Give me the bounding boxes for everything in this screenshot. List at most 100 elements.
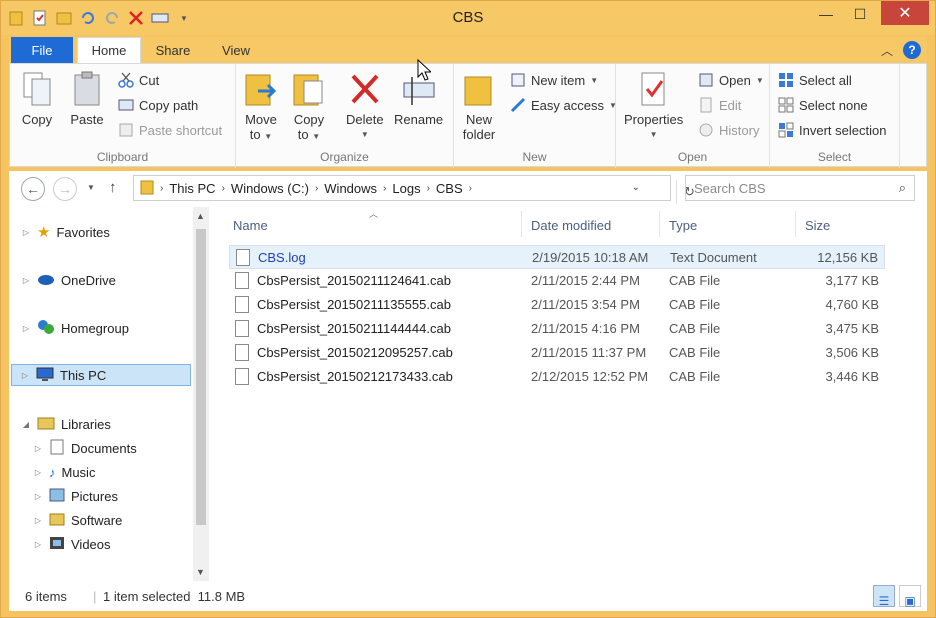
nav-this-pc[interactable]: ▷ This PC [11,364,191,386]
new-folder-button[interactable]: New folder [462,70,496,142]
address-dropdown-icon[interactable]: ⌄ [632,182,640,193]
help-icon[interactable]: ? [903,41,921,59]
nav-videos[interactable]: ▷ Videos [33,533,111,555]
expand-arrow-icon[interactable]: ▷ [20,371,30,380]
paste-shortcut-label: Paste shortcut [139,122,223,138]
breadcrumb-separator-icon[interactable]: › [160,183,163,194]
new-folder-label: New [465,112,492,127]
nav-scrollbar[interactable]: ▲ ▼ [193,207,209,581]
maximize-button[interactable]: ☐ [843,1,877,27]
item-count: 6 items [25,589,67,604]
table-row[interactable]: CbsPersist_20150211144444.cab 2/11/2015 … [229,317,885,341]
paste-button[interactable]: Paste [70,70,104,127]
delete-dropdown-icon[interactable]: ▼ [361,127,369,142]
column-divider[interactable] [659,211,660,237]
collapse-ribbon-icon[interactable]: ︿ [881,42,893,59]
table-row[interactable]: CbsPersist_20150212173433.cab 2/12/2015 … [229,365,885,389]
column-header-type[interactable]: Type [669,211,697,239]
breadcrumb-separator-icon[interactable]: › [383,183,386,194]
status-bar: 6 items | 1 item selected 11.8 MB ☰ ▣ [9,581,927,611]
breadcrumb-this-pc[interactable]: This PC [169,181,215,196]
details-view-button[interactable]: ☰ [873,585,895,608]
large-icons-view-button[interactable]: ▣ [899,585,921,608]
expand-arrow-icon[interactable]: ▷ [21,228,31,237]
recent-locations-icon[interactable]: ▼ [87,183,95,192]
tab-home[interactable]: Home [77,37,141,63]
open-button[interactable]: Open ▼ [698,72,764,88]
column-divider[interactable] [795,211,796,237]
new-item-label: New item [531,72,586,88]
copy-path-button[interactable]: Copy path [118,97,198,113]
delete-label: Delete [346,112,384,127]
nav-software[interactable]: ▷ Software [33,509,122,531]
breadcrumb-separator-icon[interactable]: › [315,183,318,194]
nav-onedrive[interactable]: ▷ OneDrive [21,269,116,291]
file-size: 12,156 KB [817,250,878,265]
column-header-size[interactable]: Size [805,211,830,239]
tab-share[interactable]: Share [143,37,203,63]
file-size: 4,760 KB [825,297,880,312]
properties-dropdown-icon[interactable]: ▼ [650,127,658,142]
scroll-up-icon[interactable]: ▲ [196,211,205,221]
table-row[interactable]: CbsPersist_20150211135555.cab 2/11/2015 … [229,293,885,317]
breadcrumb-separator-icon[interactable]: › [469,183,472,194]
expand-arrow-icon[interactable]: ▷ [21,324,31,333]
expand-arrow-icon[interactable]: ▷ [21,276,31,285]
back-button[interactable]: ← [21,177,45,201]
tab-file[interactable]: File [11,37,73,63]
table-row[interactable]: CBS.log 2/19/2015 10:18 AM Text Document… [229,245,885,269]
copy-label: Copy [21,112,53,127]
search-input[interactable]: Search CBS ⌕ [685,175,915,201]
easy-access-button[interactable]: Easy access ▼ [510,97,617,113]
nav-documents[interactable]: ▷ Documents [33,437,137,459]
minimize-button[interactable]: — [809,1,843,27]
select-none-button[interactable]: Select none [778,97,868,113]
expand-arrow-icon[interactable]: ▷ [33,516,43,525]
move-to-label: Move [245,112,277,127]
breadcrumb[interactable]: › This PC › Windows (C:) › Windows › Log… [133,175,695,204]
column-header-name[interactable]: Name [233,211,268,239]
move-to-button[interactable]: Move to ▼ [244,70,278,144]
invert-selection-button[interactable]: Invert selection [778,122,886,138]
nav-music[interactable]: ▷ ♪ Music [33,461,96,483]
breadcrumb-windows[interactable]: Windows [324,181,377,196]
edit-button[interactable]: Edit [698,97,741,113]
nav-pictures[interactable]: ▷ Pictures [33,485,118,507]
breadcrumb-separator-icon[interactable]: › [427,183,430,194]
collapse-arrow-icon[interactable]: ◢ [21,420,31,429]
properties-button[interactable]: Properties ▼ [624,70,683,142]
table-row[interactable]: CbsPersist_20150211124641.cab 2/11/2015 … [229,269,885,293]
nav-pictures-label: Pictures [71,488,118,504]
breadcrumb-separator-icon[interactable]: › [222,183,225,194]
tab-view[interactable]: View [207,37,265,63]
copy-to-button[interactable]: Copy to ▼ [292,70,326,144]
expand-arrow-icon[interactable]: ▷ [33,540,43,549]
breadcrumb-logs[interactable]: Logs [392,181,420,196]
nav-homegroup[interactable]: ▷ Homegroup [21,317,129,339]
history-button[interactable]: History [698,122,759,138]
column-divider[interactable] [521,211,522,237]
new-item-button[interactable]: New item ▼ [510,72,598,88]
select-group-label: Select [817,150,852,164]
paste-shortcut-button[interactable]: Paste shortcut [118,122,222,138]
nav-libraries[interactable]: ◢ Libraries [21,413,111,435]
close-button[interactable]: ✕ [881,1,929,25]
search-icon[interactable]: ⌕ [899,180,906,196]
scroll-down-icon[interactable]: ▼ [196,567,205,577]
cut-button[interactable]: Cut [118,72,159,88]
forward-button[interactable]: → [53,177,77,201]
nav-scrollbar-thumb[interactable] [196,229,206,525]
up-arrow-icon[interactable]: ↑ [109,179,117,196]
table-row[interactable]: CbsPersist_20150212095257.cab 2/11/2015 … [229,341,885,365]
expand-arrow-icon[interactable]: ▷ [33,468,43,477]
select-all-button[interactable]: Select all [778,72,852,88]
nav-favorites[interactable]: ▷ ★ Favorites [21,221,110,243]
expand-arrow-icon[interactable]: ▷ [33,492,43,501]
column-header-date[interactable]: Date modified [531,211,611,239]
open-dropdown-icon: ▼ [755,75,764,85]
expand-arrow-icon[interactable]: ▷ [33,444,43,453]
breadcrumb-windows-c[interactable]: Windows (C:) [231,181,309,196]
delete-button[interactable]: Delete ▼ [346,70,384,142]
breadcrumb-cbs[interactable]: CBS [436,181,463,196]
copy-button[interactable]: Copy [20,70,54,127]
